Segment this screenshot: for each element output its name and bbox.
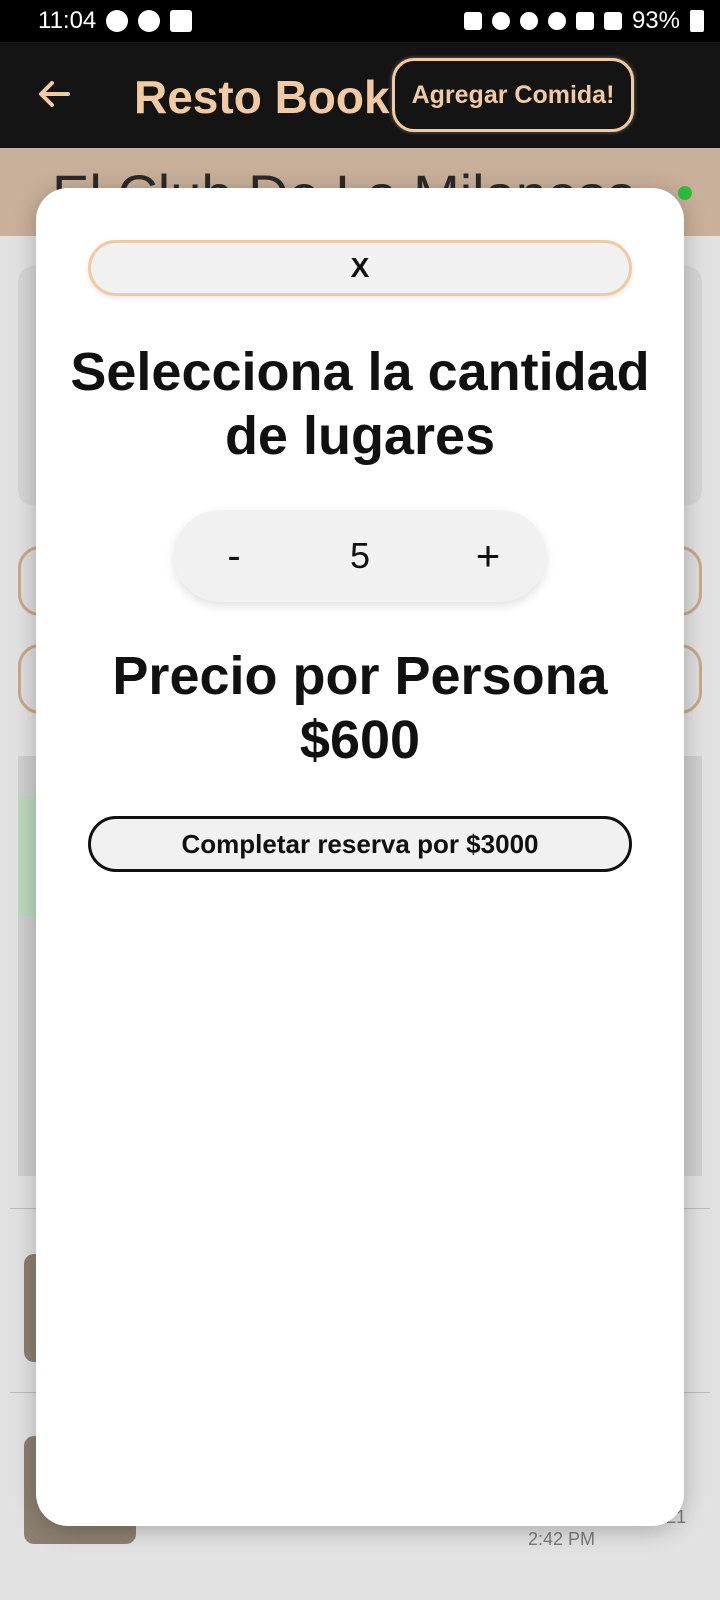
quantity-stepper: - 5 + [174, 510, 546, 602]
4g-icon [575, 12, 594, 30]
app-header: Resto Book Agregar Comida! [0, 42, 720, 148]
image-icon [170, 10, 193, 32]
battery-saver-icon [463, 12, 482, 30]
status-left: 11:04 [38, 7, 193, 35]
open-status-dot [678, 186, 692, 200]
increment-button[interactable]: + [458, 528, 518, 584]
price-per-person-label: Precio por Persona [112, 646, 608, 706]
seat-selection-modal: X Selecciona la cantidad de lugares - 5 … [36, 188, 684, 1526]
battery-percent: 93% [631, 7, 680, 34]
quantity-value: 5 [349, 535, 371, 576]
close-button[interactable]: X [88, 240, 632, 296]
alarm-icon [491, 12, 510, 30]
status-time: 11:04 [38, 7, 97, 34]
status-bar: 11:04 93% [0, 0, 720, 42]
app-notification-icon [138, 10, 161, 32]
signal-icon [603, 12, 622, 30]
complete-reservation-button[interactable]: Completar reserva por $3000 [88, 816, 632, 872]
modal-heading: Selecciona la cantidad de lugares [70, 342, 650, 466]
status-right: 93% [463, 7, 704, 35]
price-per-person-value: $600 [299, 710, 421, 770]
app-title: Resto Book [134, 71, 390, 123]
mute-icon [519, 12, 538, 30]
decrement-button[interactable]: - [204, 528, 264, 584]
arrow-left-icon[interactable] [34, 74, 74, 114]
review-time: 2:42 PM [528, 1529, 596, 1549]
hotspot-icon [547, 12, 566, 30]
battery-icon [690, 10, 704, 32]
whatsapp-icon [106, 10, 129, 32]
add-food-button[interactable]: Agregar Comida! [392, 58, 634, 132]
